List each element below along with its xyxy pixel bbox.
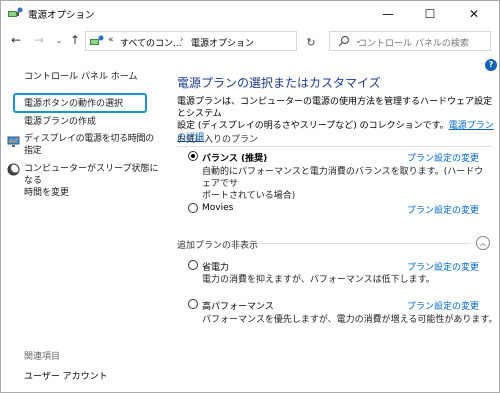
sidebar-item-power-button[interactable]: 電源ボタンの動作の選択 <box>24 98 123 110</box>
description-line1: 電源プランは、コンピューターの電源の使用方法を管理するハードウェア設定とシステム <box>177 97 493 119</box>
plan-desc-balanced-line1: 自動的にパフォーマンスと電力消費のバランスを取ります。(ハードウェアでサ <box>202 167 484 189</box>
navigation-bar: ← → ⌄ ↑ « すべてのコン... › 電源オプション ⌄ ↻ コントロール… <box>1 27 499 55</box>
change-plan-settings-power-saver[interactable]: プラン設定の変更 <box>407 260 479 273</box>
sidebar-item-display-off-label: ディスプレイの電源を切る時間の指定 <box>24 134 154 156</box>
favorites-heading: お気に入りのプラン <box>177 135 259 145</box>
plan-desc-power-saver: 電力の消費を抑えますが、パフォーマンスは低下します。 <box>202 275 435 285</box>
plan-desc-high-performance: パフォーマンスを優先しますが、電力の消費が増える可能性があります。 <box>202 315 498 325</box>
sidebar-item-create-plan[interactable]: 電源プランの作成 <box>24 116 96 128</box>
plan-name-high-performance[interactable]: 高パフォーマンス <box>202 299 274 312</box>
control-panel-home-link[interactable]: コントロール パネル ホーム <box>24 69 137 82</box>
breadcrumb-all-items[interactable]: すべてのコン... <box>120 36 182 49</box>
minimize-button[interactable]: — <box>367 1 409 27</box>
favorites-divider <box>177 146 492 147</box>
display-icon <box>7 136 20 147</box>
plan-desc-balanced: 自動的にパフォーマンスと電力消費のバランスを取ります。(ハードウェアでサ ポート… <box>202 166 492 202</box>
hidden-plans-divider <box>261 243 471 244</box>
window-title: 電源オプション <box>28 10 95 21</box>
sidebar-item-sleep-time[interactable]: コンピューターがスリープ状態になる 時間を変更 <box>24 163 162 199</box>
plan-name-movies[interactable]: Movies <box>202 203 233 213</box>
user-accounts-link[interactable]: ユーザー アカウント <box>24 369 108 382</box>
sidebar-item-display-off[interactable]: ディスプレイの電源を切る時間の指定 <box>24 133 162 157</box>
moon-icon <box>7 163 20 176</box>
collapse-chevron-icon[interactable]: ︿ <box>476 236 490 250</box>
search-box[interactable]: コントロール パネルの検索 <box>329 31 491 51</box>
breadcrumb-power-options[interactable]: 電源オプション <box>191 36 254 49</box>
breadcrumb-separator[interactable]: › <box>180 35 184 45</box>
breadcrumb-overflow[interactable]: « <box>108 35 114 45</box>
left-pane: コントロール パネル ホーム 電源ボタンの動作の選択 電源プランの作成 ディスプ… <box>1 55 169 391</box>
hidden-plans-heading[interactable]: 追加プランの非表示 <box>177 238 258 251</box>
change-plan-settings-balanced[interactable]: プラン設定の変更 <box>407 151 479 164</box>
plan-name-power-saver[interactable]: 省電力 <box>202 260 229 273</box>
close-button[interactable]: ✕ <box>453 1 495 27</box>
description-line2: 設定 (ディスプレイの明るさやスリープなど) のコレクションです。 <box>177 121 449 131</box>
plan-radio-balanced[interactable] <box>188 151 198 161</box>
power-options-icon <box>8 7 23 17</box>
recent-locations-dropdown[interactable]: ⌄ <box>51 32 67 48</box>
window: 電源オプション — ☐ ✕ ← → ⌄ ↑ « すべてのコン... › 電源オプ… <box>0 0 500 393</box>
page-title: 電源プランの選択またはカスタマイズ <box>177 76 381 90</box>
plan-radio-movies[interactable] <box>188 203 198 213</box>
back-button[interactable]: ← <box>8 32 24 48</box>
sidebar-item-sleep-time-line2: 時間を変更 <box>24 188 70 198</box>
plan-name-balanced[interactable]: バランス (推奨) <box>202 151 267 164</box>
change-plan-settings-high-performance[interactable]: プラン設定の変更 <box>407 299 479 312</box>
address-bar[interactable]: « すべてのコン... › 電源オプション ⌄ <box>85 31 362 51</box>
sidebar-item-sleep-time-line1: コンピューターがスリープ状態になる <box>24 164 159 186</box>
title-bar: 電源オプション — ☐ ✕ <box>1 1 499 27</box>
forward-button[interactable]: → <box>31 32 47 48</box>
change-plan-settings-movies[interactable]: プラン設定の変更 <box>407 203 479 216</box>
help-icon[interactable]: ? <box>485 59 497 71</box>
up-button[interactable]: ↑ <box>67 32 83 48</box>
search-input[interactable]: コントロール パネルの検索 <box>358 36 469 49</box>
plan-radio-high-performance[interactable] <box>188 299 198 309</box>
related-heading: 関連項目 <box>24 352 61 362</box>
control-panel-icon <box>90 35 104 45</box>
search-icon <box>338 35 350 47</box>
plan-desc-balanced-line2: ポートされている場合) <box>202 191 296 201</box>
plan-radio-power-saver[interactable] <box>188 260 198 270</box>
refresh-button[interactable]: ↻ <box>303 34 319 50</box>
maximize-button[interactable]: ☐ <box>409 1 451 27</box>
